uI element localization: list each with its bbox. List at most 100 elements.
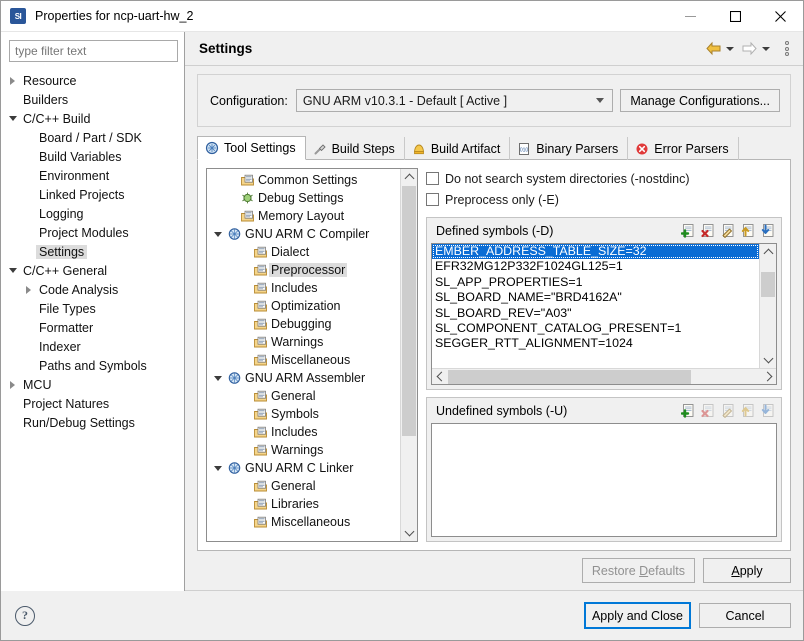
defined-hscroll-thumb[interactable] (448, 370, 691, 384)
defined-symbols-hscrollbar[interactable] (432, 368, 776, 384)
chevron-down-icon[interactable] (210, 232, 225, 237)
add-icon[interactable] (681, 403, 696, 418)
sidebar-item-paths-and-symbols[interactable]: Paths and Symbols (1, 356, 184, 375)
chevron-down-icon[interactable] (5, 268, 20, 273)
restore-defaults-button[interactable]: Restore Defaults (582, 558, 695, 583)
back-arrow-icon[interactable] (705, 41, 722, 57)
defined-scroll-track[interactable] (760, 261, 776, 351)
nostdinc-checkbox-row[interactable]: Do not search system directories (-nostd… (426, 168, 782, 189)
scroll-down-button[interactable] (401, 524, 417, 541)
scroll-up-button[interactable] (401, 169, 417, 186)
apply-and-close-button[interactable]: Apply and Close (584, 602, 691, 629)
preprocess-only-checkbox[interactable] (426, 193, 439, 206)
tool-tree-item-gnu-arm-c-linker[interactable]: GNU ARM C Linker (207, 459, 400, 477)
tool-tree-item-preprocessor[interactable]: Preprocessor (207, 261, 400, 279)
sidebar-item-project-natures[interactable]: Project Natures (1, 394, 184, 413)
tab-binary-parsers[interactable]: 010Binary Parsers (510, 137, 628, 160)
back-history-caret-icon[interactable] (726, 47, 734, 51)
tool-tree-item-symbols[interactable]: Symbols (207, 405, 400, 423)
defined-symbol-item[interactable]: SL_BOARD_NAME="BRD4162A" (432, 290, 759, 305)
tab-build-artifact[interactable]: Build Artifact (405, 137, 510, 160)
defined-symbol-item[interactable]: SEGGER_RTT_ALIGNMENT=1024 (432, 336, 759, 351)
cancel-button[interactable]: Cancel (699, 603, 791, 628)
tool-tree-item-debugging[interactable]: Debugging (207, 315, 400, 333)
defined-scroll-thumb[interactable] (761, 272, 775, 297)
minimize-button[interactable] (668, 1, 713, 32)
defined-symbols-vscrollbar[interactable] (759, 244, 776, 368)
defined-symbols-listbox[interactable]: EMBER_ADDRESS_TABLE_SIZE=32EFR32MG12P332… (431, 243, 777, 385)
delete-icon[interactable] (701, 403, 716, 418)
sidebar-item-run-debug-settings[interactable]: Run/Debug Settings (1, 413, 184, 432)
tool-tree-item-debug-settings[interactable]: Debug Settings (207, 189, 400, 207)
close-button[interactable] (758, 1, 803, 32)
defined-hscroll-track[interactable] (448, 369, 760, 385)
defined-symbol-item[interactable]: SL_APP_PROPERTIES=1 (432, 275, 759, 290)
sidebar-item-code-analysis[interactable]: Code Analysis (1, 280, 184, 299)
defined-scroll-left-button[interactable] (432, 369, 448, 385)
tool-tree-item-warnings[interactable]: Warnings (207, 333, 400, 351)
tool-tree-item-common-settings[interactable]: Common Settings (207, 171, 400, 189)
sidebar-item-environment[interactable]: Environment (1, 166, 184, 185)
tool-tree-item-optimization[interactable]: Optimization (207, 297, 400, 315)
defined-scroll-down-button[interactable] (760, 351, 776, 368)
sidebar-item-linked-projects[interactable]: Linked Projects (1, 185, 184, 204)
edit-icon[interactable] (721, 223, 736, 238)
apply-button[interactable]: Apply (703, 558, 791, 583)
sidebar-item-resource[interactable]: Resource (1, 71, 184, 90)
sidebar-item-c-c-general[interactable]: C/C++ General (1, 261, 184, 280)
edit-icon[interactable] (721, 403, 736, 418)
tab-error-parsers[interactable]: Error Parsers (628, 137, 738, 160)
tool-tree-item-includes[interactable]: Includes (207, 279, 400, 297)
undefined-symbols-listbox[interactable] (431, 423, 777, 537)
forward-history-caret-icon[interactable] (762, 47, 770, 51)
tab-tool-settings[interactable]: Tool Settings (197, 136, 306, 160)
tool-tree-item-gnu-arm-c-compiler[interactable]: GNU ARM C Compiler (207, 225, 400, 243)
sidebar-item-c-c-build[interactable]: C/C++ Build (1, 109, 184, 128)
sidebar-item-indexer[interactable]: Indexer (1, 337, 184, 356)
delete-icon[interactable] (701, 223, 716, 238)
chevron-down-icon[interactable] (210, 466, 225, 471)
tool-tree-item-miscellaneous[interactable]: Miscellaneous (207, 513, 400, 531)
tool-tree-item-memory-layout[interactable]: Memory Layout (207, 207, 400, 225)
tool-tree-item-general[interactable]: General (207, 387, 400, 405)
chevron-right-icon[interactable] (21, 286, 36, 294)
defined-scroll-right-button[interactable] (760, 369, 776, 385)
nostdinc-checkbox[interactable] (426, 172, 439, 185)
chevron-right-icon[interactable] (5, 381, 20, 389)
maximize-button[interactable] (713, 1, 758, 32)
configuration-combo[interactable]: GNU ARM v10.3.1 - Default [ Active ] (296, 89, 614, 112)
sidebar-item-build-variables[interactable]: Build Variables (1, 147, 184, 166)
help-question-icon[interactable]: ? (15, 606, 35, 626)
defined-symbol-item[interactable]: SL_BOARD_REV="A03" (432, 306, 759, 321)
tool-tree-item-dialect[interactable]: Dialect (207, 243, 400, 261)
sidebar-item-mcu[interactable]: MCU (1, 375, 184, 394)
manage-configurations-button[interactable]: Manage Configurations... (620, 89, 780, 112)
tool-tree-item-includes[interactable]: Includes (207, 423, 400, 441)
add-icon[interactable] (681, 223, 696, 238)
move-up-icon[interactable] (741, 223, 756, 238)
sidebar-item-formatter[interactable]: Formatter (1, 318, 184, 337)
defined-symbols-items[interactable]: EMBER_ADDRESS_TABLE_SIZE=32EFR32MG12P332… (432, 244, 759, 368)
tool-tree-item-warnings[interactable]: Warnings (207, 441, 400, 459)
sidebar-item-builders[interactable]: Builders (1, 90, 184, 109)
move-down-icon[interactable] (761, 223, 776, 238)
defined-symbol-item[interactable]: EFR32MG12P332F1024GL125=1 (432, 259, 759, 274)
tab-build-steps[interactable]: Build Steps (306, 137, 405, 160)
filter-input[interactable] (9, 40, 178, 62)
scroll-thumb[interactable] (402, 186, 416, 436)
undefined-symbols-items[interactable] (432, 424, 776, 536)
sidebar-item-file-types[interactable]: File Types (1, 299, 184, 318)
tool-tree-item-gnu-arm-assembler[interactable]: GNU ARM Assembler (207, 369, 400, 387)
move-up-icon[interactable] (741, 403, 756, 418)
scroll-track[interactable] (401, 186, 417, 524)
tool-tree-item-libraries[interactable]: Libraries (207, 495, 400, 513)
chevron-down-icon[interactable] (210, 376, 225, 381)
forward-arrow-icon[interactable] (741, 41, 758, 57)
move-down-icon[interactable] (761, 403, 776, 418)
tool-tree-item-miscellaneous[interactable]: Miscellaneous (207, 351, 400, 369)
tool-tree-item-general[interactable]: General (207, 477, 400, 495)
preprocess-only-checkbox-row[interactable]: Preprocess only (-E) (426, 189, 782, 210)
sidebar-item-board-part-sdk[interactable]: Board / Part / SDK (1, 128, 184, 147)
sidebar-item-settings[interactable]: Settings (1, 242, 184, 261)
defined-symbol-item[interactable]: SL_COMPONENT_CATALOG_PRESENT=1 (432, 321, 759, 336)
